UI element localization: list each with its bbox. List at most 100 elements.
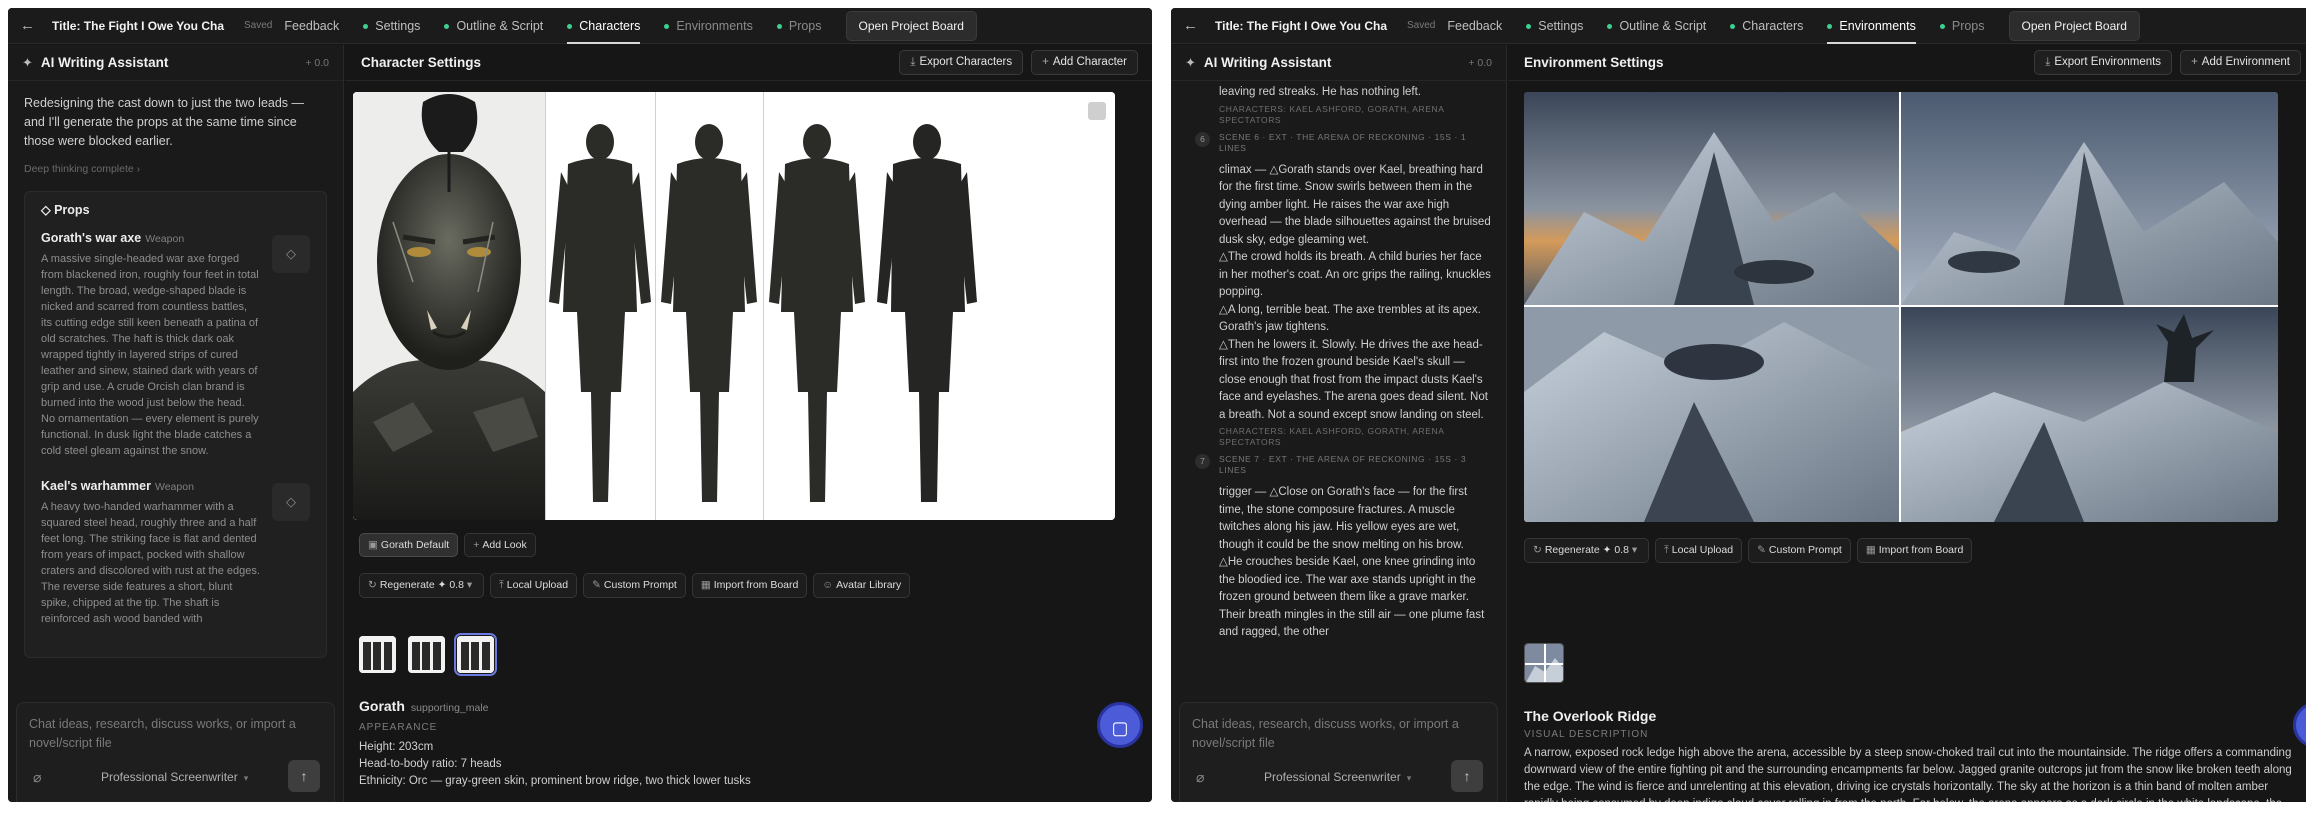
local-upload-button[interactable]: ⤒ Local Upload (490, 573, 578, 598)
support-chat-button[interactable]: ▢ (1097, 702, 1143, 748)
scene-header: 7 SCENE 7 · EXT · THE ARENA OF RECKONING… (1183, 454, 1492, 476)
feedback-link[interactable]: Feedback (284, 19, 339, 33)
import-from-board-button[interactable]: ▦ Import from Board (691, 573, 808, 598)
mode-select[interactable]: Professional Screenwriter ▾ (101, 770, 248, 784)
script-line: climax — △Gorath stands over Kael, breat… (1219, 163, 1491, 246)
script-line: △The crowd holds its breath. A child bur… (1219, 251, 1491, 298)
thumbnail[interactable] (359, 636, 396, 673)
add-look-button[interactable]: + Add Look (464, 533, 536, 557)
page-title: Environment Settings (1524, 55, 1664, 70)
prop-description: A heavy two-handed warhammer with a squa… (41, 501, 260, 625)
environment-name: The Overlook Ridge (1524, 708, 1657, 724)
prop-name: Gorath's war axe Weapon (41, 231, 185, 245)
plus-icon: + (473, 539, 480, 551)
open-project-board-button[interactable]: Open Project Board (2008, 10, 2140, 41)
assistant-scroll[interactable]: leaving red streaks. He has nothing left… (1171, 82, 1506, 702)
tab-environments[interactable]: Environments (664, 19, 752, 33)
tab-environments[interactable]: Environments (1827, 19, 1917, 44)
back-arrow-icon[interactable]: ← (1183, 17, 1207, 34)
appearance-line: Head-to-body ratio: 7 heads (359, 758, 502, 770)
tab-props[interactable]: Props (777, 19, 822, 33)
image-tools: ↻ Regenerate ✦ 0.8 ▾ ⤒ Local Upload ✎ Custo… (1524, 538, 1973, 563)
chat-composer: Chat ideas, research, discuss works, or … (1179, 702, 1498, 802)
environment-image[interactable] (1901, 307, 2278, 522)
thumbnail[interactable] (408, 636, 445, 673)
paperclip-icon[interactable]: ⌀ (1196, 769, 1204, 786)
chevron-down-icon: ▾ (243, 773, 249, 783)
avatar-library-button[interactable]: ☺ Avatar Library (813, 573, 911, 598)
prop-generate-button[interactable]: ◇ (272, 235, 310, 273)
saved-status: Saved (1407, 20, 1436, 31)
thumbnail-selected[interactable] (454, 633, 497, 676)
scene-characters: CHARACTERS: KAEL ASHFORD, GORATH, ARENA … (1219, 426, 1445, 447)
add-environment-button[interactable]: + Add Environment (2180, 50, 2301, 75)
add-character-button[interactable]: + Add Character (1031, 50, 1138, 75)
project-title: Title: The Fight I Owe You Cha (1215, 18, 1388, 33)
open-project-board-button[interactable]: Open Project Board (845, 10, 977, 41)
send-button[interactable]: ↑ (288, 760, 320, 792)
refresh-icon: ↻ (368, 579, 377, 591)
chevron-down-icon: ▾ (1628, 544, 1638, 556)
characters-window: ← Title: The Fight I Owe You Cha Saved F… (8, 8, 1152, 802)
assistant-panel: ✦ AI Writing Assistant + 0.0 leaving red… (1171, 45, 1507, 802)
chat-input[interactable]: Chat ideas, research, discuss works, or … (29, 715, 322, 749)
chat-input[interactable]: Chat ideas, research, discuss works, or … (1192, 715, 1485, 749)
character-settings-panel: Character Settings ⤓ Export Characters + A… (345, 45, 1152, 802)
environment-image[interactable] (1901, 92, 2278, 305)
feedback-link[interactable]: Feedback (1447, 19, 1502, 33)
prop-generate-button[interactable]: ◇ (272, 483, 310, 521)
tab-settings[interactable]: Settings (1526, 19, 1583, 33)
custom-prompt-button[interactable]: ✎ Custom Prompt (1748, 538, 1851, 563)
download-icon: ⤓ (2045, 56, 2051, 68)
top-bar: ← Title: The Fight I Owe You Cha Saved F… (1171, 8, 2306, 44)
assistant-scroll[interactable]: Redesigning the cast down to just the tw… (8, 82, 343, 702)
expand-icon[interactable] (1088, 102, 1106, 120)
tab-settings[interactable]: Settings (363, 19, 420, 33)
settings-header: Environment Settings ⤓ Export Environment… (1508, 45, 2306, 81)
regenerate-button[interactable]: ↻ Regenerate ✦ 0.8 ▾ (1524, 538, 1650, 563)
support-chat-button[interactable]: ▢ (2293, 702, 2306, 748)
export-characters-button[interactable]: ⤓ Export Characters (899, 50, 1024, 75)
page-title: Character Settings (361, 55, 482, 70)
environment-image[interactable] (1524, 92, 1899, 305)
gem-icon: ◇ (286, 494, 296, 509)
thinking-toggle[interactable]: Deep thinking complete › (8, 151, 343, 187)
assistant-panel: ✦ AI Writing Assistant + 0.0 Redesigning… (8, 45, 344, 802)
tab-outline-script[interactable]: Outline & Script (444, 19, 543, 33)
script-line: trigger — △Close on Gorath's face — for … (1219, 486, 1468, 551)
import-from-board-button[interactable]: ▦ Import from Board (1856, 538, 1973, 563)
paperclip-icon[interactable]: ⌀ (33, 769, 41, 786)
image-tools: ↻ Regenerate ✦ 0.8 ▾ ⤒ Local Upload ✎ Custo… (359, 573, 911, 598)
grid-icon: ▦ (1865, 544, 1876, 556)
tab-props[interactable]: Props (1940, 19, 1985, 33)
appearance-line: Height: 203cm (359, 741, 434, 753)
look-gorath-default[interactable]: ▣ Gorath Default (359, 533, 459, 557)
environment-image-grid (1524, 92, 2278, 522)
tab-characters[interactable]: Characters (1730, 19, 1803, 33)
custom-prompt-button[interactable]: ✎ Custom Prompt (583, 573, 686, 598)
script-line: leaving red streaks. He has nothing left… (1219, 86, 1422, 98)
gem-icon: ◇ (286, 246, 296, 261)
environment-image[interactable] (1524, 307, 1899, 522)
local-upload-button[interactable]: ⤒ Local Upload (1655, 538, 1743, 563)
download-icon: ⤓ (910, 56, 916, 68)
appearance-line: Ethnicity: Orc — gray-green skin, promin… (359, 775, 751, 787)
props-card: ◇ Props Gorath's war axe Weapon A massive… (24, 191, 327, 658)
visual-description: A narrow, exposed rock ledge high above … (1524, 747, 2292, 802)
back-arrow-icon[interactable]: ← (20, 17, 44, 34)
pencil-icon: ✎ (1757, 544, 1766, 556)
tab-characters[interactable]: Characters (567, 19, 641, 44)
user-icon: ☺ (822, 579, 834, 591)
assistant-version: + 0.0 (1468, 56, 1492, 69)
regenerate-button[interactable]: ↻ Regenerate ✦ 0.8 ▾ (359, 573, 485, 598)
prop-item: Kael's warhammer Weapon A heavy two-hande… (41, 479, 310, 627)
tab-outline-script[interactable]: Outline & Script (1607, 19, 1706, 33)
look-thumbnails (359, 633, 497, 676)
send-button[interactable]: ↑ (1451, 760, 1483, 792)
environment-settings-panel: Environment Settings ⤓ Export Environment… (1508, 45, 2306, 802)
export-environments-button[interactable]: ⤓ Export Environments (2034, 50, 2173, 75)
mode-select[interactable]: Professional Screenwriter ▾ (1264, 770, 1411, 784)
environment-thumbnail[interactable] (1524, 643, 1564, 683)
chat-bubble-icon: ▢ (1111, 718, 1129, 738)
assistant-version: + 0.0 (305, 56, 329, 69)
